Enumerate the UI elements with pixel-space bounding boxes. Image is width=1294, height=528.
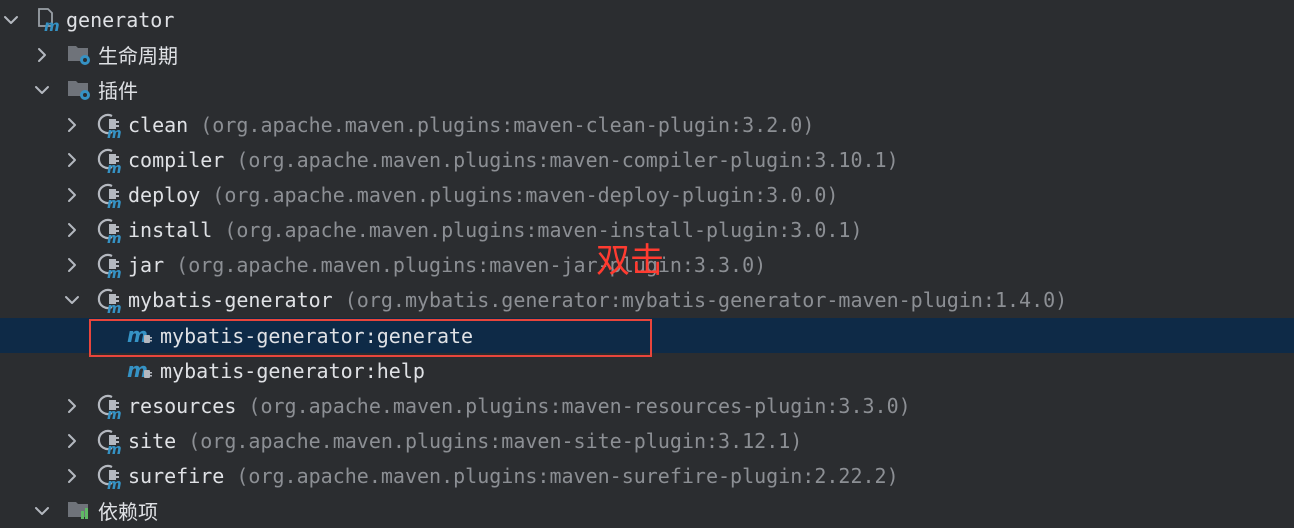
chevron-right-icon[interactable] <box>63 256 81 274</box>
chevron-right-icon[interactable] <box>63 432 81 450</box>
maven-plugin-icon <box>96 393 122 419</box>
plugin-name: deploy <box>128 182 201 207</box>
tree-node-label: 依赖项 <box>98 500 158 524</box>
plugin-item-site[interactable]: site (org.apache.maven.plugins:maven-sit… <box>0 423 1294 458</box>
folder-gear-icon <box>66 41 92 67</box>
chevron-right-icon[interactable] <box>63 397 81 415</box>
maven-project-icon <box>36 6 62 32</box>
annotation-label: 双击 <box>596 241 664 281</box>
chevron-right-icon[interactable] <box>63 186 81 204</box>
maven-plugin-icon <box>96 182 122 208</box>
maven-plugin-icon <box>96 147 122 173</box>
chevron-down-icon[interactable] <box>33 81 51 99</box>
plugin-name: clean <box>128 112 189 137</box>
plugin-item-mybatis-generator[interactable]: mybatis-generator (org.mybatis.generator… <box>0 282 1294 317</box>
plugin-name: site <box>128 428 177 453</box>
maven-goal-icon <box>127 357 153 383</box>
plugin-coordinates: (org.apache.maven.plugins:maven-compiler… <box>236 147 899 172</box>
folder-gear-icon <box>66 76 92 102</box>
plugin-coordinates: (org.mybatis.generator:mybatis-generator… <box>344 287 1068 312</box>
plugin-item-clean[interactable]: clean (org.apache.maven.plugins:maven-cl… <box>0 107 1294 142</box>
chevron-down-icon[interactable] <box>33 502 51 520</box>
plugin-coordinates: (org.apache.maven.plugins:maven-clean-pl… <box>200 112 815 137</box>
chevron-right-icon[interactable] <box>63 151 81 169</box>
plugin-name: resources <box>128 393 237 418</box>
maven-plugin-icon <box>96 287 122 313</box>
maven-plugin-icon <box>96 112 122 138</box>
plugin-name: install <box>128 217 213 242</box>
tree-node-lifecycle[interactable]: 生命周期 <box>0 37 1294 72</box>
maven-plugin-icon <box>96 252 122 278</box>
tree-node-root[interactable]: generator <box>0 2 1294 37</box>
plugin-coordinates: (org.apache.maven.plugins:maven-install-… <box>224 217 863 242</box>
goal-item-help[interactable]: mybatis-generator:help <box>0 353 1294 388</box>
plugin-name: mybatis-generator <box>128 287 333 312</box>
plugin-name: surefire <box>128 463 225 488</box>
maven-plugin-icon <box>96 428 122 454</box>
chevron-right-icon[interactable] <box>63 467 81 485</box>
plugin-item-surefire[interactable]: surefire (org.apache.maven.plugins:maven… <box>0 458 1294 493</box>
plugin-coordinates: (org.apache.maven.plugins:maven-deploy-p… <box>212 182 839 207</box>
annotation-highlight-box <box>89 319 652 357</box>
plugin-coordinates: (org.apache.maven.plugins:maven-jar-plug… <box>176 252 767 277</box>
folder-dependencies-icon <box>66 497 92 523</box>
tree-node-label: 生命周期 <box>98 44 178 68</box>
chevron-down-icon[interactable] <box>2 11 20 29</box>
tree-node-label: 插件 <box>98 79 138 103</box>
plugin-name: compiler <box>128 147 225 172</box>
chevron-down-icon[interactable] <box>63 291 81 309</box>
plugin-name: jar <box>128 252 165 277</box>
tree-node-label: generator <box>66 7 175 32</box>
plugin-item-compiler[interactable]: compiler (org.apache.maven.plugins:maven… <box>0 142 1294 177</box>
tree-node-plugins[interactable]: 插件 <box>0 72 1294 107</box>
plugin-coordinates: (org.apache.maven.plugins:maven-resource… <box>248 393 911 418</box>
chevron-right-icon[interactable] <box>63 116 81 134</box>
plugin-item-resources[interactable]: resources (org.apache.maven.plugins:mave… <box>0 388 1294 423</box>
maven-plugin-icon <box>96 217 122 243</box>
chevron-right-icon[interactable] <box>63 221 81 239</box>
tree-node-dependencies[interactable]: 依赖项 <box>0 493 1294 528</box>
plugin-coordinates: (org.apache.maven.plugins:maven-site-plu… <box>188 428 803 453</box>
goal-label: mybatis-generator:help <box>160 358 425 383</box>
maven-plugin-icon <box>96 463 122 489</box>
plugin-item-deploy[interactable]: deploy (org.apache.maven.plugins:maven-d… <box>0 177 1294 212</box>
plugin-coordinates: (org.apache.maven.plugins:maven-surefire… <box>236 463 899 488</box>
chevron-right-icon[interactable] <box>33 46 51 64</box>
